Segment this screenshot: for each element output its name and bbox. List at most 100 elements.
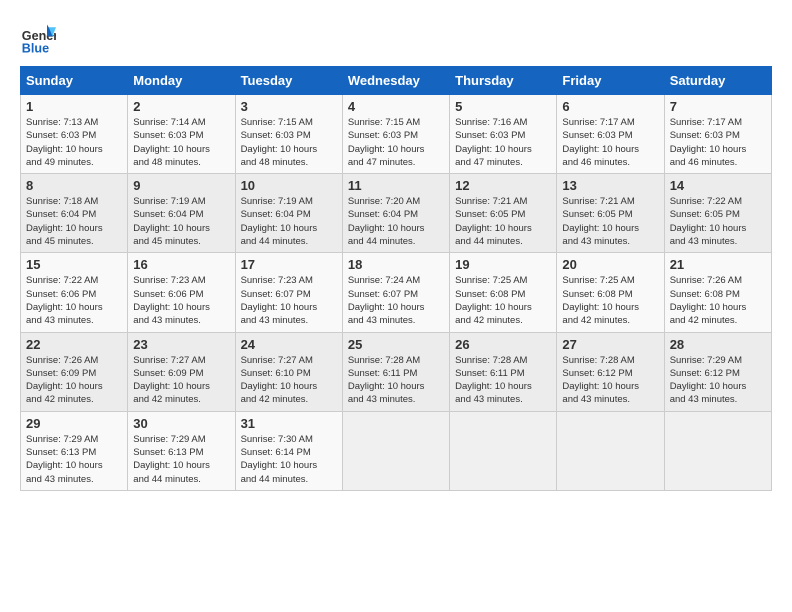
day-number: 14 [670,178,766,193]
calendar-cell: 6Sunrise: 7:17 AM Sunset: 6:03 PM Daylig… [557,95,664,174]
calendar-cell: 5 Sunrise: 7:16 AM Sunset: 6:03 PM Daylig… [450,95,557,174]
cell-content: Sunrise: 7:24 AM Sunset: 6:07 PM Dayligh… [348,274,444,327]
header-row: SundayMondayTuesdayWednesdayThursdayFrid… [21,67,772,95]
day-number: 28 [670,337,766,352]
cell-content: Sunrise: 7:26 AM Sunset: 6:09 PM Dayligh… [26,354,122,407]
day-number: 21 [670,257,766,272]
calendar-cell: 26 Sunrise: 7:28 AM Sunset: 6:11 PM Dayli… [450,332,557,411]
cell-content: Sunrise: 7:19 AM Sunset: 6:04 PM Dayligh… [241,195,337,248]
day-number: 7 [670,99,766,114]
cell-content: Sunrise: 7:30 AM Sunset: 6:14 PM Dayligh… [241,433,337,486]
week-row-3: 22Sunrise: 7:26 AM Sunset: 6:09 PM Dayli… [21,332,772,411]
header: General Blue [20,20,772,56]
day-number: 16 [133,257,229,272]
cell-content: Sunrise: 7:25 AM Sunset: 6:08 PM Dayligh… [455,274,551,327]
cell-content: Sunrise: 7:21 AM Sunset: 6:05 PM Dayligh… [562,195,658,248]
day-number: 26 [455,337,551,352]
day-number: 24 [241,337,337,352]
calendar-cell: 27 Sunrise: 7:28 AM Sunset: 6:12 PM Dayli… [557,332,664,411]
calendar-cell: 3Sunrise: 7:15 AM Sunset: 6:03 PM Daylig… [235,95,342,174]
calendar-cell: 9 Sunrise: 7:19 AM Sunset: 6:04 PM Daylig… [128,174,235,253]
day-number: 31 [241,416,337,431]
cell-content: Sunrise: 7:27 AM Sunset: 6:09 PM Dayligh… [133,354,229,407]
day-number: 12 [455,178,551,193]
calendar-cell [664,411,771,490]
calendar-cell: 22Sunrise: 7:26 AM Sunset: 6:09 PM Dayli… [21,332,128,411]
cell-content: Sunrise: 7:23 AM Sunset: 6:06 PM Dayligh… [133,274,229,327]
cell-content: Sunrise: 7:28 AM Sunset: 6:11 PM Dayligh… [455,354,551,407]
calendar-cell: 14 Sunrise: 7:22 AM Sunset: 6:05 PM Dayli… [664,174,771,253]
calendar-cell: 28 Sunrise: 7:29 AM Sunset: 6:12 PM Dayli… [664,332,771,411]
col-header-friday: Friday [557,67,664,95]
cell-content: Sunrise: 7:29 AM Sunset: 6:12 PM Dayligh… [670,354,766,407]
day-number: 23 [133,337,229,352]
calendar-cell: 10 Sunrise: 7:19 AM Sunset: 6:04 PM Dayli… [235,174,342,253]
cell-content: Sunrise: 7:28 AM Sunset: 6:11 PM Dayligh… [348,354,444,407]
week-row-1: 8Sunrise: 7:18 AM Sunset: 6:04 PM Daylig… [21,174,772,253]
day-number: 5 [455,99,551,114]
cell-content: Sunrise: 7:22 AM Sunset: 6:05 PM Dayligh… [670,195,766,248]
logo-icon: General Blue [20,20,56,56]
week-row-0: 1 Sunrise: 7:13 AM Sunset: 6:03 PM Daylig… [21,95,772,174]
calendar-cell: 17 Sunrise: 7:23 AM Sunset: 6:07 PM Dayli… [235,253,342,332]
logo: General Blue [20,20,62,56]
cell-content: Sunrise: 7:23 AM Sunset: 6:07 PM Dayligh… [241,274,337,327]
cell-content: Sunrise: 7:22 AM Sunset: 6:06 PM Dayligh… [26,274,122,327]
day-number: 9 [133,178,229,193]
svg-text:Blue: Blue [22,41,49,55]
calendar-cell: 23 Sunrise: 7:27 AM Sunset: 6:09 PM Dayli… [128,332,235,411]
day-number: 29 [26,416,122,431]
calendar-cell: 11Sunrise: 7:20 AM Sunset: 6:04 PM Dayli… [342,174,449,253]
calendar-cell: 13 Sunrise: 7:21 AM Sunset: 6:05 PM Dayli… [557,174,664,253]
cell-content: Sunrise: 7:19 AM Sunset: 6:04 PM Dayligh… [133,195,229,248]
calendar-cell: 8Sunrise: 7:18 AM Sunset: 6:04 PM Daylig… [21,174,128,253]
col-header-saturday: Saturday [664,67,771,95]
day-number: 6 [562,99,658,114]
calendar-cell: 29 Sunrise: 7:29 AM Sunset: 6:13 PM Dayli… [21,411,128,490]
day-number: 4 [348,99,444,114]
day-number: 3 [241,99,337,114]
cell-content: Sunrise: 7:27 AM Sunset: 6:10 PM Dayligh… [241,354,337,407]
cell-content: Sunrise: 7:20 AM Sunset: 6:04 PM Dayligh… [348,195,444,248]
cell-content: Sunrise: 7:21 AM Sunset: 6:05 PM Dayligh… [455,195,551,248]
calendar-cell [342,411,449,490]
day-number: 2 [133,99,229,114]
day-number: 15 [26,257,122,272]
day-number: 20 [562,257,658,272]
calendar-cell: 1 Sunrise: 7:13 AM Sunset: 6:03 PM Daylig… [21,95,128,174]
calendar-cell: 2Sunrise: 7:14 AM Sunset: 6:03 PM Daylig… [128,95,235,174]
calendar-cell: 18 Sunrise: 7:24 AM Sunset: 6:07 PM Dayli… [342,253,449,332]
calendar-cell: 20 Sunrise: 7:25 AM Sunset: 6:08 PM Dayli… [557,253,664,332]
day-number: 17 [241,257,337,272]
cell-content: Sunrise: 7:29 AM Sunset: 6:13 PM Dayligh… [26,433,122,486]
col-header-tuesday: Tuesday [235,67,342,95]
calendar-cell: 24 Sunrise: 7:27 AM Sunset: 6:10 PM Dayli… [235,332,342,411]
day-number: 30 [133,416,229,431]
day-number: 13 [562,178,658,193]
col-header-thursday: Thursday [450,67,557,95]
calendar-cell: 16 Sunrise: 7:23 AM Sunset: 6:06 PM Dayli… [128,253,235,332]
day-number: 27 [562,337,658,352]
calendar-cell [557,411,664,490]
day-number: 25 [348,337,444,352]
calendar-cell: 19Sunrise: 7:25 AM Sunset: 6:08 PM Dayli… [450,253,557,332]
cell-content: Sunrise: 7:18 AM Sunset: 6:04 PM Dayligh… [26,195,122,248]
cell-content: Sunrise: 7:25 AM Sunset: 6:08 PM Dayligh… [562,274,658,327]
calendar-table: SundayMondayTuesdayWednesdayThursdayFrid… [20,66,772,491]
cell-content: Sunrise: 7:29 AM Sunset: 6:13 PM Dayligh… [133,433,229,486]
cell-content: Sunrise: 7:17 AM Sunset: 6:03 PM Dayligh… [670,116,766,169]
col-header-wednesday: Wednesday [342,67,449,95]
calendar-cell: 15 Sunrise: 7:22 AM Sunset: 6:06 PM Dayli… [21,253,128,332]
calendar-cell [450,411,557,490]
week-row-4: 29 Sunrise: 7:29 AM Sunset: 6:13 PM Dayli… [21,411,772,490]
day-number: 1 [26,99,122,114]
cell-content: Sunrise: 7:28 AM Sunset: 6:12 PM Dayligh… [562,354,658,407]
cell-content: Sunrise: 7:13 AM Sunset: 6:03 PM Dayligh… [26,116,122,169]
calendar-cell: 30 Sunrise: 7:29 AM Sunset: 6:13 PM Dayli… [128,411,235,490]
day-number: 10 [241,178,337,193]
col-header-sunday: Sunday [21,67,128,95]
cell-content: Sunrise: 7:16 AM Sunset: 6:03 PM Dayligh… [455,116,551,169]
day-number: 18 [348,257,444,272]
calendar-cell: 21Sunrise: 7:26 AM Sunset: 6:08 PM Dayli… [664,253,771,332]
calendar-cell: 4Sunrise: 7:15 AM Sunset: 6:03 PM Daylig… [342,95,449,174]
